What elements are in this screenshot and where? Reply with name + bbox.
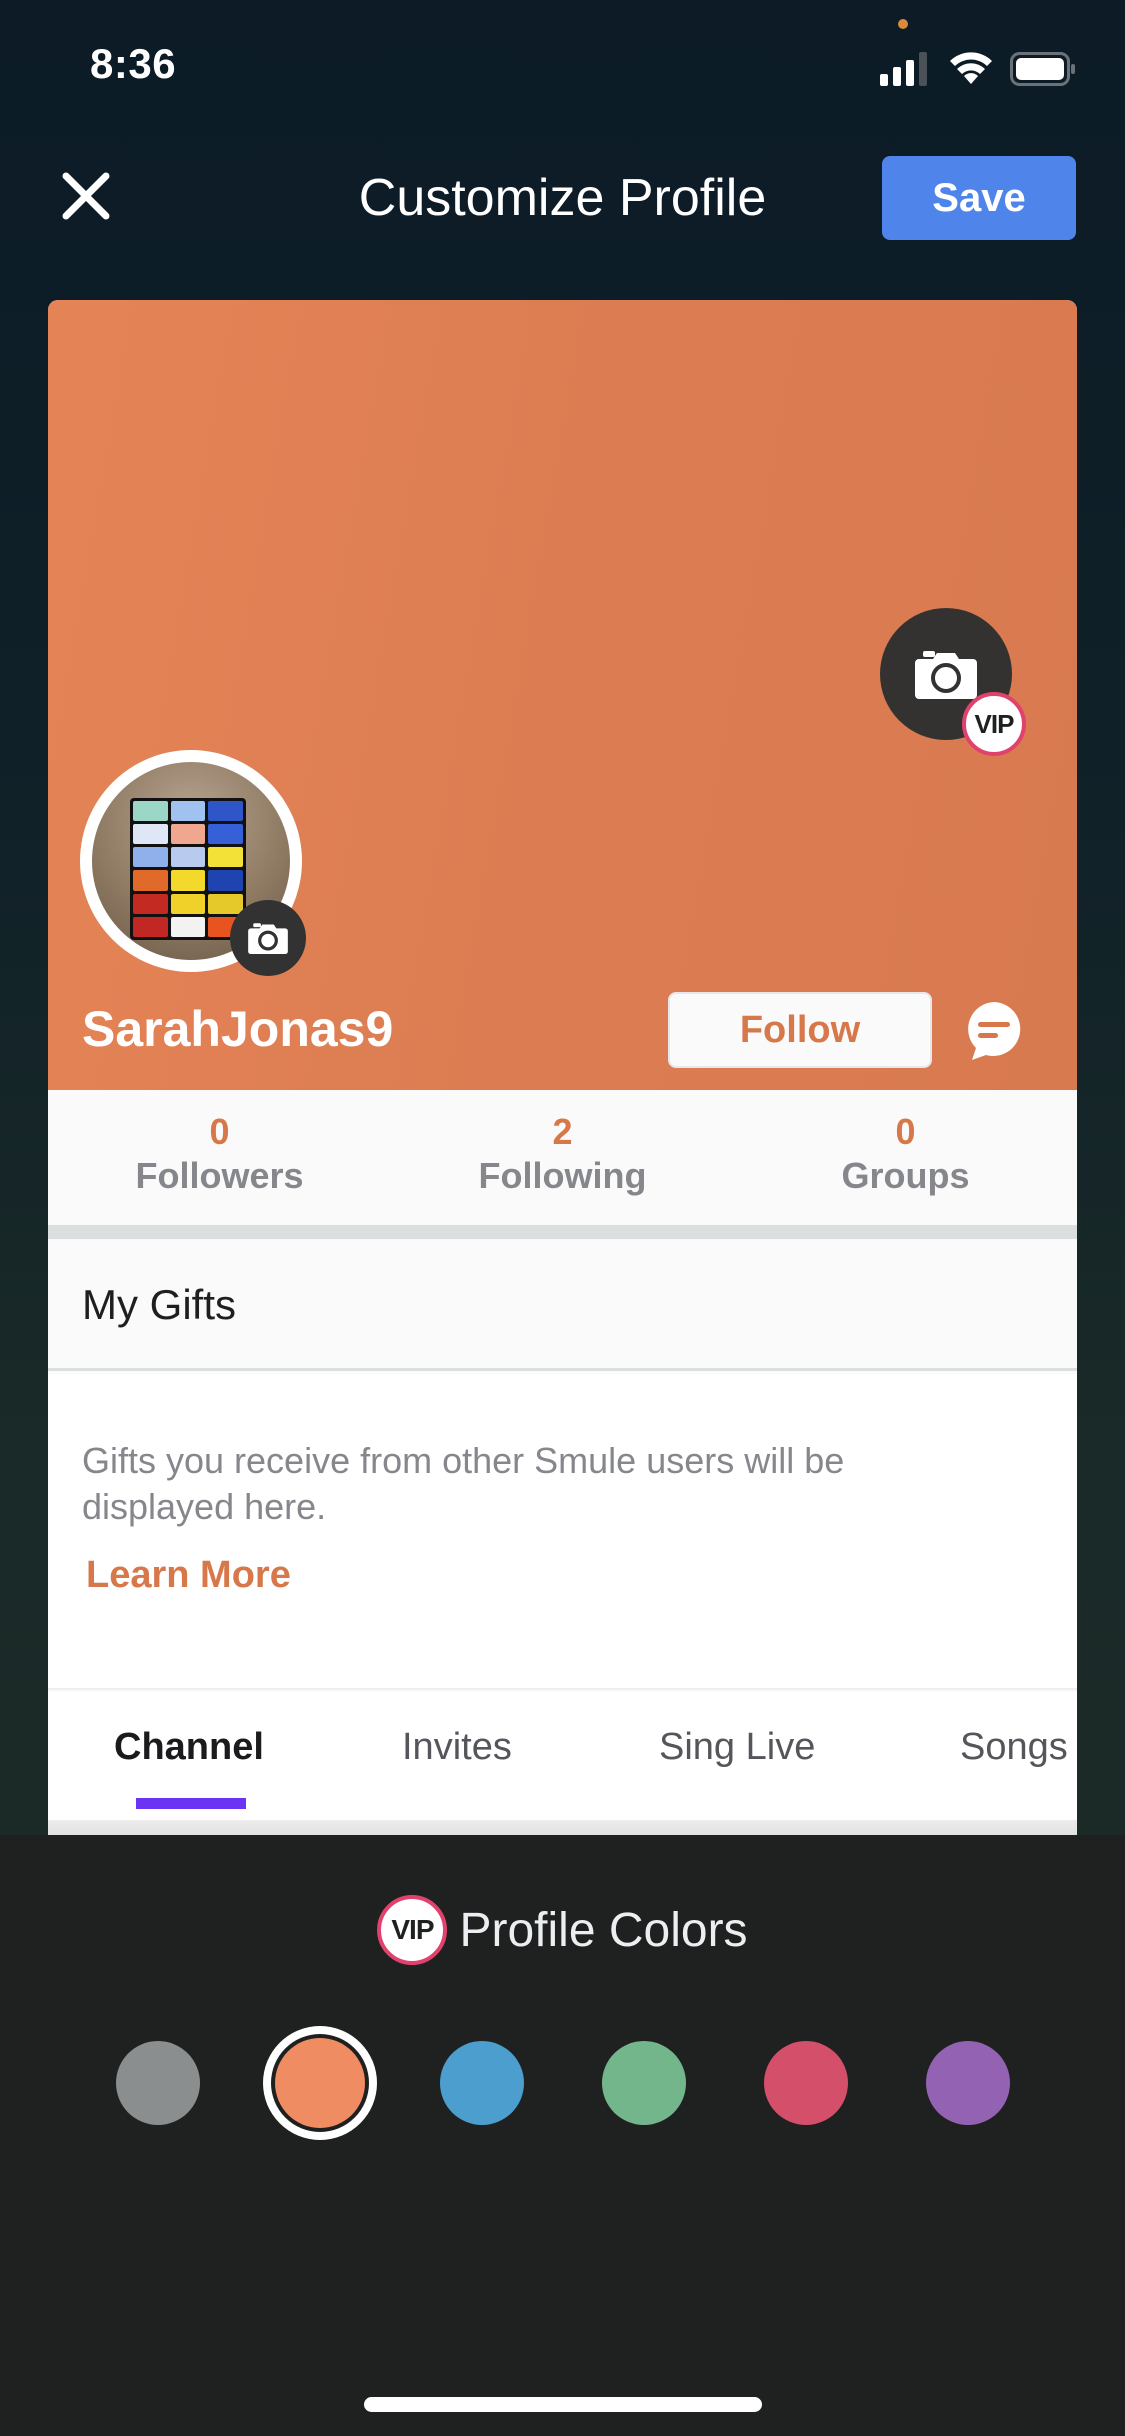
stat-groups[interactable]: 0 Groups xyxy=(734,1090,1077,1225)
stat-value: 0 xyxy=(895,1111,916,1152)
gifts-description: Gifts you receive from other Smule users… xyxy=(82,1440,845,1527)
tab-songs[interactable]: Songs xyxy=(960,1726,1068,1769)
active-tab-indicator xyxy=(136,1798,246,1809)
chat-bubble-icon[interactable] xyxy=(964,1000,1024,1062)
section-divider xyxy=(48,1225,1077,1239)
stat-following[interactable]: 2 Following xyxy=(391,1090,734,1225)
color-swatch-red[interactable] xyxy=(764,2041,848,2125)
profile-colors-header: VIP Profile Colors xyxy=(0,1895,1125,1965)
signal-icon xyxy=(880,52,927,86)
stat-label: Groups xyxy=(841,1155,970,1196)
learn-more-link[interactable]: Learn More xyxy=(86,1554,291,1597)
color-swatch-blue[interactable] xyxy=(440,2041,524,2125)
my-gifts-header: My Gifts xyxy=(48,1239,1077,1371)
battery-icon xyxy=(1010,52,1075,86)
home-indicator[interactable] xyxy=(364,2397,762,2412)
color-swatch-gray[interactable] xyxy=(116,2041,200,2125)
status-time: 8:36 xyxy=(90,40,177,87)
my-gifts-body: Gifts you receive from other Smule users… xyxy=(48,1374,1077,1690)
stat-label: Following xyxy=(478,1155,647,1196)
profile-colors-title: Profile Colors xyxy=(459,1903,748,1957)
card-bottom-edge xyxy=(48,1820,1077,1835)
wifi-icon xyxy=(950,52,992,84)
stat-value: 2 xyxy=(552,1111,573,1152)
stat-value: 0 xyxy=(209,1111,230,1152)
stat-label: Followers xyxy=(135,1155,304,1196)
tab-sing-live[interactable]: Sing Live xyxy=(659,1726,815,1769)
vip-badge: VIP xyxy=(377,1895,448,1965)
username: SarahJonas9 xyxy=(82,1001,394,1057)
my-gifts-title: My Gifts xyxy=(82,1281,236,1328)
vip-badge: VIP xyxy=(962,692,1026,756)
privacy-indicator-dot xyxy=(898,19,908,29)
save-button[interactable]: Save xyxy=(882,156,1076,240)
tab-channel[interactable]: Channel xyxy=(114,1726,264,1769)
rubiks-cube-image xyxy=(130,798,246,940)
change-avatar-button[interactable] xyxy=(230,900,306,976)
color-swatch-orange[interactable] xyxy=(275,2038,365,2128)
camera-icon xyxy=(915,651,977,699)
profile-tabs: Channel Invites Sing Live Songs xyxy=(48,1692,1077,1820)
stat-followers[interactable]: 0 Followers xyxy=(48,1090,391,1225)
stats-row: 0 Followers 2 Following 0 Groups xyxy=(48,1090,1077,1225)
profile-preview-card: VIP SarahJonas9 Follow 0 Followers 2 Fol… xyxy=(48,300,1077,1835)
color-swatch-green[interactable] xyxy=(602,2041,686,2125)
color-swatch-purple[interactable] xyxy=(926,2041,1010,2125)
profile-colors-sheet: VIP Profile Colors xyxy=(0,1835,1125,2436)
follow-button[interactable]: Follow xyxy=(668,992,932,1068)
camera-icon xyxy=(248,923,288,954)
tab-invites[interactable]: Invites xyxy=(402,1726,512,1769)
